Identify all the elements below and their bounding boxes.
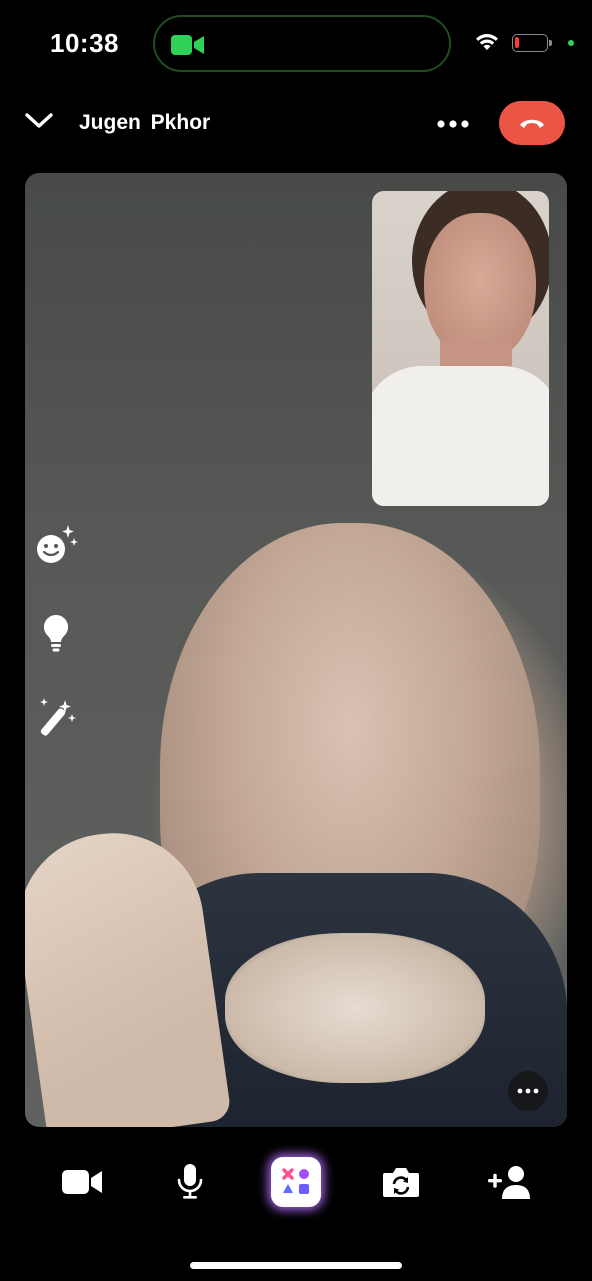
add-participant-button[interactable] bbox=[478, 1150, 538, 1214]
effects-button[interactable] bbox=[271, 1157, 321, 1207]
camera-toggle-button[interactable] bbox=[52, 1150, 112, 1214]
magic-wand-icon bbox=[40, 698, 76, 736]
dynamic-island[interactable] bbox=[153, 15, 451, 72]
self-view-video[interactable] bbox=[372, 191, 549, 506]
status-time: 10:38 bbox=[50, 28, 119, 58]
video-call-active-icon bbox=[171, 35, 204, 55]
chevron-down-icon[interactable] bbox=[24, 111, 54, 131]
flip-camera-button[interactable] bbox=[371, 1150, 431, 1214]
battery-icon bbox=[512, 34, 552, 52]
ellipsis-icon bbox=[517, 1088, 539, 1094]
privacy-dot bbox=[568, 40, 574, 46]
add-person-icon bbox=[488, 1166, 530, 1199]
home-indicator[interactable] bbox=[190, 1262, 402, 1269]
caller-name: Jugen Pkhor bbox=[79, 111, 211, 134]
status-bar: 10:38 bbox=[0, 0, 592, 90]
more-options-icon[interactable] bbox=[436, 119, 470, 129]
flip-camera-icon bbox=[383, 1168, 419, 1197]
hang-up-icon bbox=[520, 119, 544, 128]
filters-button[interactable] bbox=[33, 694, 79, 740]
microphone-icon bbox=[177, 1164, 203, 1199]
end-call-button[interactable] bbox=[499, 101, 565, 145]
video-more-button[interactable] bbox=[508, 1071, 548, 1111]
microphone-button[interactable] bbox=[160, 1150, 220, 1214]
video-camera-icon bbox=[62, 1170, 102, 1194]
wifi-icon bbox=[476, 34, 498, 50]
lightbulb-icon bbox=[43, 614, 69, 652]
call-header: Jugen Pkhor bbox=[0, 95, 592, 151]
effects-icon bbox=[282, 1168, 309, 1194]
lighting-button[interactable] bbox=[33, 610, 79, 656]
call-controls bbox=[0, 1150, 592, 1220]
avatar-effects-button[interactable] bbox=[33, 522, 79, 568]
smiley-sparkle-icon bbox=[37, 525, 78, 563]
